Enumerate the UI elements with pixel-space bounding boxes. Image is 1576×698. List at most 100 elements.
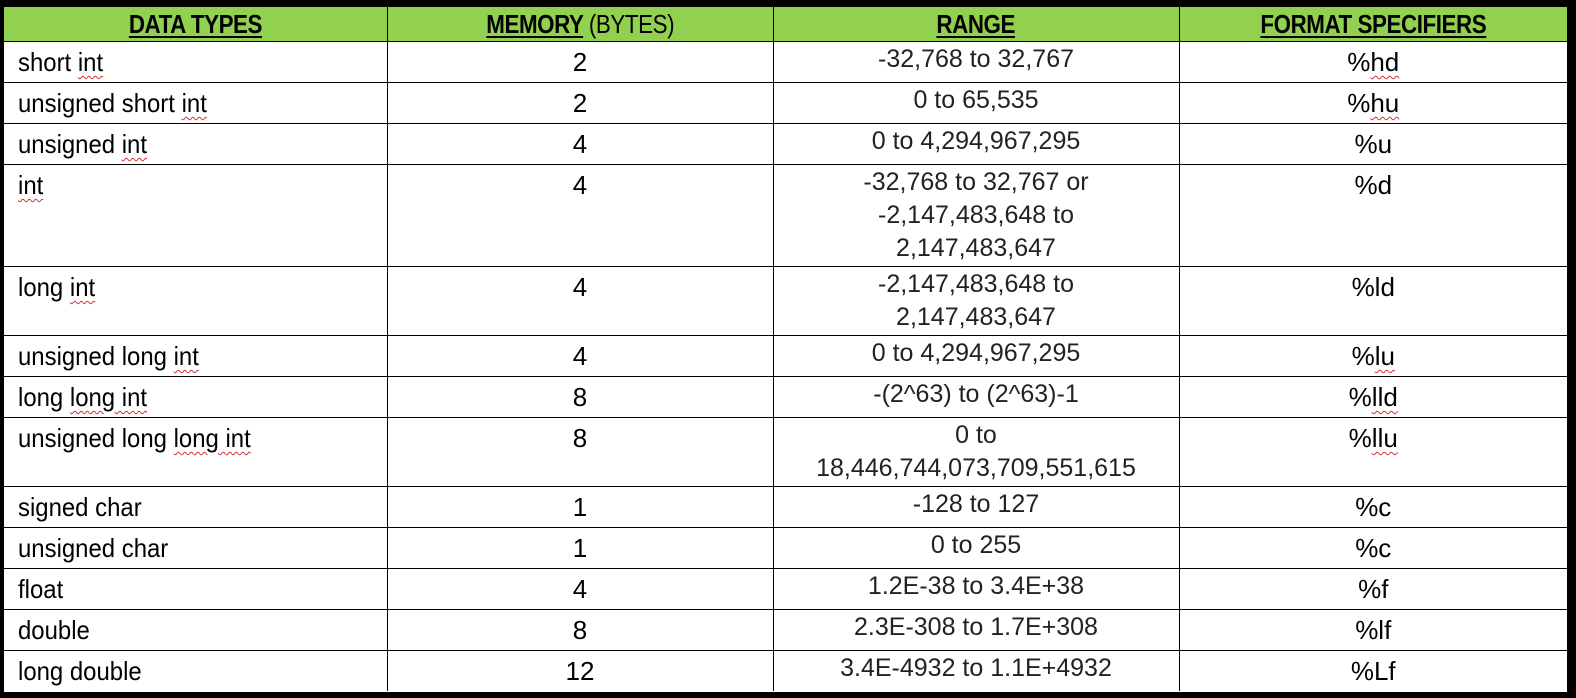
table-row: unsigned long int 4 0 to 4,294,967,295 %… <box>4 335 1567 377</box>
type-text: unsigned char <box>18 533 169 563</box>
type-text: float <box>18 574 64 604</box>
cell-data-type: float <box>4 568 388 610</box>
cell-format: %lf <box>1178 609 1567 651</box>
table-row: long double 12 3.4E-4932 to 1.1E+4932 %L… <box>4 650 1567 691</box>
type-text-flagged: long int <box>173 423 251 453</box>
table-row: short int 2 -32,768 to 32,767 %hd <box>4 41 1567 83</box>
cell-data-type: unsigned char <box>4 527 388 569</box>
cell-memory: 4 <box>386 266 774 336</box>
type-text-flagged: long int <box>69 382 148 412</box>
cell-data-type: long long int <box>4 376 388 418</box>
cell-format: %u <box>1178 123 1567 165</box>
cell-format: %Lf <box>1178 650 1567 691</box>
type-text-flagged: int <box>121 129 148 159</box>
type-text-flagged: int <box>69 272 96 302</box>
cell-format: %c <box>1178 527 1567 569</box>
cell-data-type: int <box>4 164 388 267</box>
table-row: double 8 2.3E-308 to 1.7E+308 %lf <box>4 609 1567 651</box>
cell-range: 0 to 4,294,967,295 <box>772 123 1180 165</box>
cell-data-type: signed char <box>4 486 388 528</box>
cell-format: %lu <box>1178 335 1567 377</box>
cell-memory: 1 <box>386 527 774 569</box>
header-format-label: FORMAT SPECIFIERS <box>1260 8 1487 39</box>
cell-range: -32,768 to 32,767 <box>772 41 1180 83</box>
type-text: long <box>18 272 70 302</box>
header-memory: MEMORY (BYTES) <box>386 7 774 42</box>
header-memory-unit: (BYTES) <box>588 8 675 39</box>
format-text: lld <box>1371 382 1398 412</box>
table-row: int 4 -32,768 to 32,767 or -2,147,483,64… <box>4 164 1567 267</box>
cell-data-type: long int <box>4 266 388 336</box>
table-row: unsigned char 1 0 to 255 %c <box>4 527 1567 569</box>
format-text: lu <box>1374 341 1395 371</box>
cell-data-type: long double <box>4 650 388 691</box>
cell-range: 2.3E-308 to 1.7E+308 <box>772 609 1180 651</box>
cell-format: %hu <box>1178 82 1567 124</box>
type-text-flagged: int <box>77 47 104 77</box>
cell-range: 0 to 18,446,744,073,709,551,615 <box>772 417 1180 487</box>
cell-range: 1.2E-38 to 3.4E+38 <box>772 568 1180 610</box>
cell-memory: 2 <box>386 41 774 83</box>
type-text: unsigned <box>18 129 122 159</box>
table-row: unsigned long long int 8 0 to 18,446,744,… <box>4 417 1567 487</box>
header-range-label: RANGE <box>936 8 1016 39</box>
cell-data-type: unsigned short int <box>4 82 388 124</box>
type-text-flagged: int <box>18 170 44 200</box>
cell-memory: 2 <box>386 82 774 124</box>
cell-format: %ld <box>1178 266 1567 336</box>
header-row: DATA TYPES MEMORY (BYTES) RANGE FORMAT S… <box>4 7 1567 42</box>
type-text-flagged: int <box>181 88 207 118</box>
range-line-1: 0 to <box>955 421 997 449</box>
cell-memory: 8 <box>386 376 774 418</box>
table-row: signed char 1 -128 to 127 %c <box>4 486 1567 528</box>
type-text: unsigned long <box>18 423 174 453</box>
format-text: hu <box>1370 88 1400 118</box>
cell-memory: 8 <box>386 417 774 487</box>
cell-data-type: unsigned long long int <box>4 417 388 487</box>
cell-data-type: unsigned int <box>4 123 388 165</box>
cell-format: %lld <box>1178 376 1567 418</box>
type-text: unsigned short <box>18 88 182 118</box>
cell-memory: 8 <box>386 609 774 651</box>
type-text-flagged: int <box>173 341 199 371</box>
cell-format: %llu <box>1178 417 1567 487</box>
header-range: RANGE <box>772 7 1180 42</box>
cell-memory: 12 <box>386 650 774 691</box>
cell-format: %c <box>1178 486 1567 528</box>
cell-data-type: short int <box>4 41 388 83</box>
cell-range: 0 to 255 <box>772 527 1180 569</box>
cell-memory: 4 <box>386 335 774 377</box>
cell-data-type: unsigned long int <box>4 335 388 377</box>
header-data-types-label: DATA TYPES <box>128 8 263 39</box>
format-text: llu <box>1371 423 1398 453</box>
cell-range: -(2^63) to (2^63)-1 <box>772 376 1180 418</box>
cell-range: 3.4E-4932 to 1.1E+4932 <box>772 650 1180 691</box>
cell-range: -32,768 to 32,767 or -2,147,483,648 to 2… <box>772 164 1180 267</box>
cell-data-type: double <box>4 609 388 651</box>
type-text: unsigned long <box>18 341 174 371</box>
table-row: long int 4 -2,147,483,648 to 2,147,483,6… <box>4 266 1567 336</box>
cell-memory: 1 <box>386 486 774 528</box>
cell-format: %hd <box>1178 41 1567 83</box>
cell-range: 0 to 4,294,967,295 <box>772 335 1180 377</box>
type-text: long <box>18 382 70 412</box>
format-text: hd <box>1370 47 1400 77</box>
table-row: float 4 1.2E-38 to 3.4E+38 %f <box>4 568 1567 610</box>
table-row: long long int 8 -(2^63) to (2^63)-1 %lld <box>4 376 1567 418</box>
cell-memory: 4 <box>386 568 774 610</box>
cell-range: 0 to 65,535 <box>772 82 1180 124</box>
type-text: double <box>18 615 90 645</box>
range-line-2: 18,446,744,073,709,551,615 <box>816 454 1136 482</box>
cell-memory: 4 <box>386 164 774 267</box>
table-row: unsigned short int 2 0 to 65,535 %hu <box>4 82 1567 124</box>
data-types-table-frame: DATA TYPES MEMORY (BYTES) RANGE FORMAT S… <box>0 0 1576 698</box>
cell-format: %f <box>1178 568 1567 610</box>
type-text: short <box>18 47 78 77</box>
header-data-types: DATA TYPES <box>4 7 388 42</box>
cell-format: %d <box>1178 164 1567 267</box>
c-data-types-table: DATA TYPES MEMORY (BYTES) RANGE FORMAT S… <box>4 7 1567 691</box>
type-text: long double <box>18 656 142 686</box>
table-row: unsigned int 4 0 to 4,294,967,295 %u <box>4 123 1567 165</box>
cell-range: -2,147,483,648 to 2,147,483,647 <box>772 266 1180 336</box>
cell-range: -128 to 127 <box>772 486 1180 528</box>
